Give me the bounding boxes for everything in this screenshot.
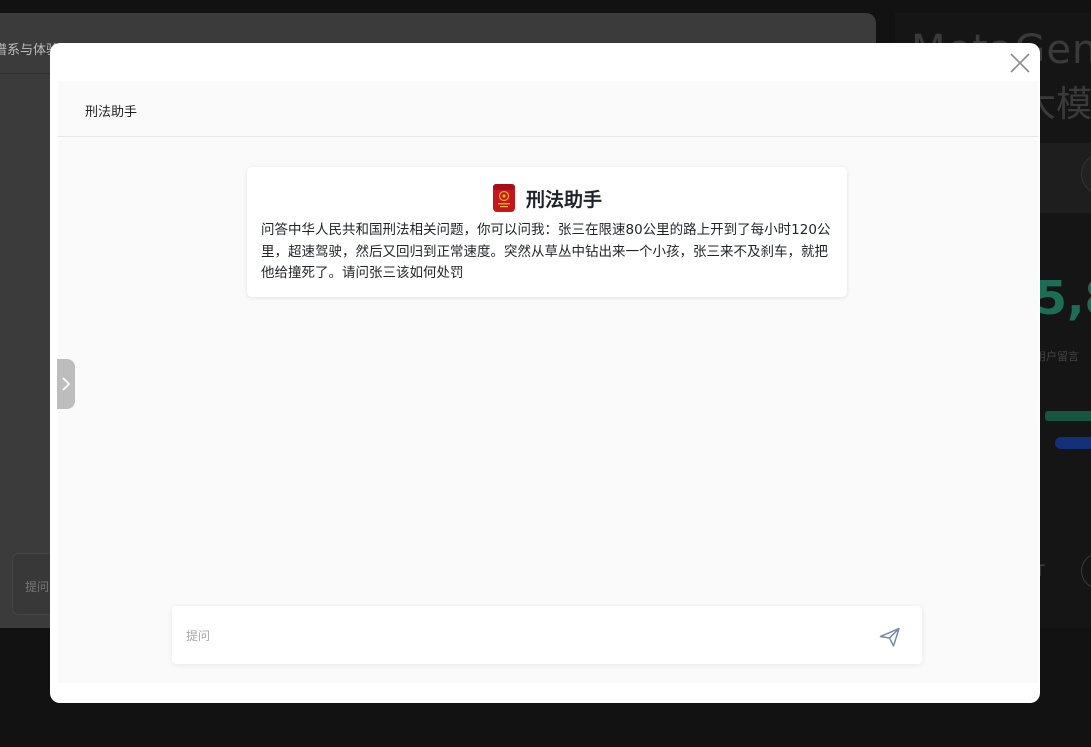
assistant-name: 刑法助手: [525, 188, 602, 211]
background-input-placeholder: 提问: [25, 580, 50, 594]
question-input-bar: [172, 606, 922, 664]
background-circle-button-2: [1081, 553, 1091, 589]
sidebar-toggle-button[interactable]: [57, 359, 75, 409]
background-stat-label: 用户留言: [1035, 350, 1079, 363]
background-pill: [1055, 437, 1091, 449]
assistant-description: 问答中华人民共和国刑法相关问题，你可以问我：张三在限速80公里的路上开到了每小时…: [261, 222, 831, 281]
close-icon: [1010, 53, 1030, 73]
card-header: 刑法助手: [247, 182, 847, 214]
emblem-logo-icon: [492, 184, 515, 212]
background-stat-number: 5,8: [1035, 271, 1091, 325]
close-button[interactable]: [1008, 51, 1032, 75]
send-icon: [879, 627, 900, 647]
assistant-modal: 刑法助手 刑法助手 问答中华人民共和国刑法相关问题，你可以问我：张三在限速80公…: [50, 43, 1040, 703]
chat-area: 刑法助手 刑法助手 问答中华人民共和国刑法相关问题，你可以问我：张三在限速80公…: [57, 81, 1038, 683]
chat-title: 刑法助手: [85, 105, 138, 120]
send-button[interactable]: [878, 625, 902, 649]
assistant-intro-card: 刑法助手 问答中华人民共和国刑法相关问题，你可以问我：张三在限速80公里的路上开…: [247, 167, 847, 297]
background-progress-bar: [1045, 411, 1091, 421]
question-input[interactable]: [184, 622, 848, 650]
chat-header: 刑法助手: [58, 81, 1038, 137]
chevron-right-icon: [62, 377, 71, 391]
